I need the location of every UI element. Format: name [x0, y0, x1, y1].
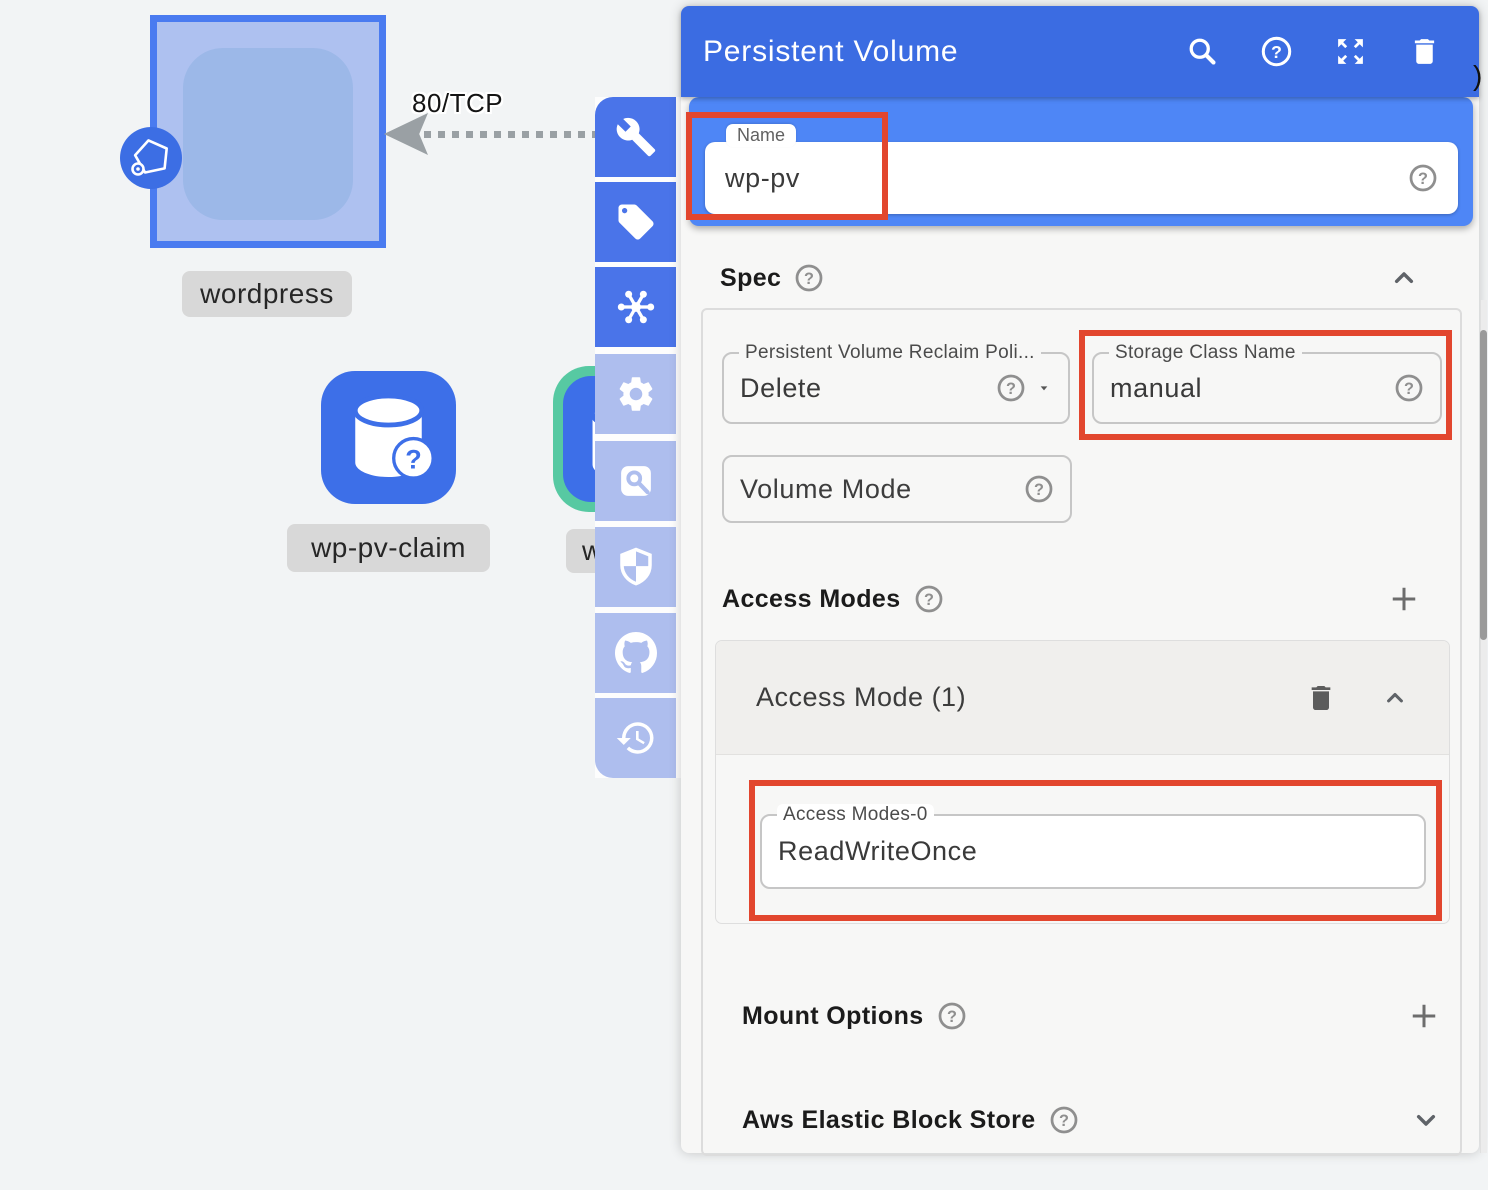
spec-section-header: Spec ? — [720, 255, 1420, 301]
github-icon — [615, 632, 657, 674]
toolbar-button-settings[interactable] — [595, 354, 676, 434]
shield-icon — [615, 546, 657, 588]
access-mode-0-label: Access Modes-0 — [777, 804, 934, 826]
node-wordpress[interactable] — [150, 15, 386, 248]
svg-text:?: ? — [1006, 380, 1016, 398]
svg-text:?: ? — [1034, 481, 1044, 499]
spec-help-icon[interactable]: ? — [794, 263, 824, 293]
search-icon[interactable] — [1186, 35, 1219, 68]
mount-options-heading: Mount Options — [742, 1002, 924, 1031]
access-modes-header: Access Modes ? — [722, 576, 1422, 622]
spec-section-body: Persistent Volume Reclaim Poli... Delete… — [701, 308, 1462, 1156]
svg-text:?: ? — [1418, 170, 1428, 188]
svg-text:?: ? — [924, 591, 934, 609]
aws-ebs-header: Aws Elastic Block Store ? — [742, 1097, 1442, 1143]
storage-class-input[interactable]: Storage Class Name manual ? — [1092, 352, 1442, 424]
access-mode-card-header[interactable]: Access Mode (1) — [716, 641, 1449, 755]
preview-search-icon — [615, 460, 657, 502]
mount-options-help-icon[interactable]: ? — [937, 1001, 967, 1031]
panel-header-actions: ? — [1186, 35, 1457, 68]
access-modes-heading: Access Modes — [722, 585, 901, 614]
storage-class-label: Storage Class Name — [1109, 342, 1302, 364]
edge-arrowhead-icon — [384, 113, 428, 155]
storage-class-help-icon[interactable]: ? — [1394, 373, 1424, 403]
wrench-icon — [615, 116, 657, 158]
volume-mode-help-icon[interactable]: ? — [1024, 474, 1054, 504]
toolbar-button-history[interactable] — [595, 698, 676, 778]
svg-text:?: ? — [1271, 42, 1282, 62]
tag-icon — [615, 201, 657, 243]
access-mode-card: Access Mode (1) Access Modes-0 ReadWrite… — [715, 640, 1450, 924]
clipped-edge-text: ) — [1473, 60, 1482, 92]
panel-header: Persistent Volume ? — [681, 6, 1479, 97]
reclaim-policy-help-icon[interactable]: ? — [996, 373, 1026, 403]
node-wordpress-inner — [183, 48, 353, 220]
svg-text:?: ? — [1404, 380, 1414, 398]
toolbar-button-github[interactable] — [595, 613, 676, 693]
access-mode-collapse-chevron-up-icon[interactable] — [1381, 684, 1409, 712]
node-label-wordpress-text: wordpress — [200, 278, 334, 310]
delete-icon[interactable] — [1408, 35, 1441, 68]
mount-options-add-icon[interactable] — [1406, 998, 1442, 1034]
access-mode-card-title: Access Mode (1) — [756, 682, 966, 713]
mount-options-header: Mount Options ? — [742, 993, 1442, 1039]
toolbar-button-security[interactable] — [595, 527, 676, 607]
edge-dotted-line — [424, 131, 596, 138]
spec-heading: Spec — [720, 264, 781, 293]
toolbar-button-preview[interactable] — [595, 441, 676, 521]
svg-text:?: ? — [947, 1008, 957, 1026]
aws-ebs-help-icon[interactable]: ? — [1049, 1105, 1079, 1135]
node-wp-pv-claim[interactable]: ? — [321, 371, 456, 504]
k8s-pod-badge-icon — [119, 126, 183, 190]
help-icon[interactable]: ? — [1260, 35, 1293, 68]
history-icon — [615, 717, 657, 759]
panel-scrollbar-thumb[interactable] — [1480, 330, 1487, 640]
edge-label: 80/TCP — [412, 88, 503, 119]
svg-text:?: ? — [405, 445, 422, 475]
spec-collapse-chevron-up-icon[interactable] — [1388, 262, 1420, 294]
node-label-wordpress: wordpress — [182, 271, 352, 317]
panel-title: Persistent Volume — [703, 35, 958, 69]
name-section: wp-pv ? Name — [689, 97, 1473, 226]
volume-mode-field[interactable]: Volume Mode ? — [722, 455, 1072, 523]
storage-class-value: manual — [1110, 373, 1202, 404]
app-window: wordpress 80/TCP w ? wp-pv-claim — [0, 0, 1488, 1190]
properties-panel: Persistent Volume ? — [681, 6, 1479, 1153]
access-mode-0-input[interactable]: Access Modes-0 ReadWriteOnce — [760, 814, 1426, 889]
toolbar-button-network[interactable] — [595, 267, 676, 347]
toolbar-button-labels[interactable] — [595, 182, 676, 262]
reclaim-policy-select[interactable]: Persistent Volume Reclaim Poli... Delete… — [722, 352, 1070, 424]
fullscreen-icon[interactable] — [1334, 35, 1367, 68]
name-input[interactable]: wp-pv ? — [705, 142, 1458, 214]
access-mode-delete-icon[interactable] — [1305, 682, 1337, 714]
hub-icon — [615, 286, 657, 328]
name-help-icon[interactable]: ? — [1408, 163, 1438, 193]
reclaim-policy-label: Persistent Volume Reclaim Poli... — [739, 342, 1041, 364]
access-modes-help-icon[interactable]: ? — [914, 584, 944, 614]
name-value: wp-pv — [725, 163, 800, 194]
volume-mode-label: Volume Mode — [740, 474, 912, 505]
access-modes-add-icon[interactable] — [1386, 581, 1422, 617]
aws-ebs-heading: Aws Elastic Block Store — [742, 1106, 1036, 1135]
gear-icon — [615, 373, 657, 415]
toolbar-button-tools[interactable] — [595, 97, 676, 177]
node-label-wp-pv-claim: wp-pv-claim — [287, 524, 490, 572]
access-mode-0-value: ReadWriteOnce — [778, 836, 977, 867]
svg-text:?: ? — [804, 270, 814, 288]
dropdown-caret-icon — [1036, 380, 1052, 396]
name-field-label: Name — [726, 124, 796, 147]
database-question-icon: ? — [321, 371, 456, 504]
reclaim-policy-value: Delete — [740, 373, 822, 404]
aws-ebs-expand-chevron-down-icon[interactable] — [1410, 1104, 1442, 1136]
svg-text:?: ? — [1059, 1112, 1069, 1130]
node-label-wp-pv-claim-text: wp-pv-claim — [311, 532, 466, 564]
